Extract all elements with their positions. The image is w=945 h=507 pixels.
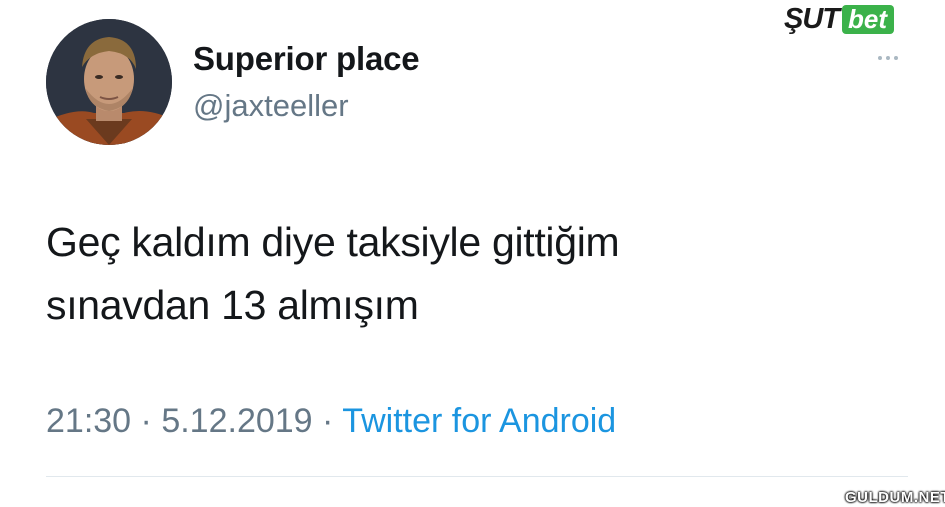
meta-separator: · xyxy=(322,402,343,440)
tweet-text-line: Geç kaldım diye taksiyle gittiğim xyxy=(46,219,620,265)
brand-logo-part1: ŞUT xyxy=(784,2,840,35)
avatar-photo xyxy=(46,19,172,145)
brand-logo-part2: bet xyxy=(842,4,894,34)
divider xyxy=(46,476,908,477)
tweet-meta: 21:30 · 5.12.2019 · Twitter for Android xyxy=(46,402,616,441)
more-options-icon[interactable] xyxy=(868,48,908,68)
tweet-date[interactable]: 5.12.2019 xyxy=(161,402,312,440)
tweet-time: 21:30 xyxy=(46,402,132,440)
tweet-card: Superior place @jaxteeller Geç kaldım di… xyxy=(0,0,945,507)
watermark: GULDUM.NET xyxy=(845,489,945,506)
tweet-text: Geç kaldım diye taksiyle gittiğim sınavd… xyxy=(46,211,866,337)
brand-logo: ŞUT bet xyxy=(784,2,894,35)
more-dot xyxy=(878,56,882,60)
user-handle[interactable]: @jaxteeller xyxy=(193,88,349,124)
tweet-text-line: sınavdan 13 almışım xyxy=(46,282,419,328)
tweet-source-link[interactable]: Twitter for Android xyxy=(342,402,616,440)
more-dot xyxy=(894,56,898,60)
avatar[interactable] xyxy=(46,19,172,145)
meta-separator: · xyxy=(140,402,162,440)
more-dot xyxy=(886,56,890,60)
display-name[interactable]: Superior place xyxy=(193,40,420,78)
